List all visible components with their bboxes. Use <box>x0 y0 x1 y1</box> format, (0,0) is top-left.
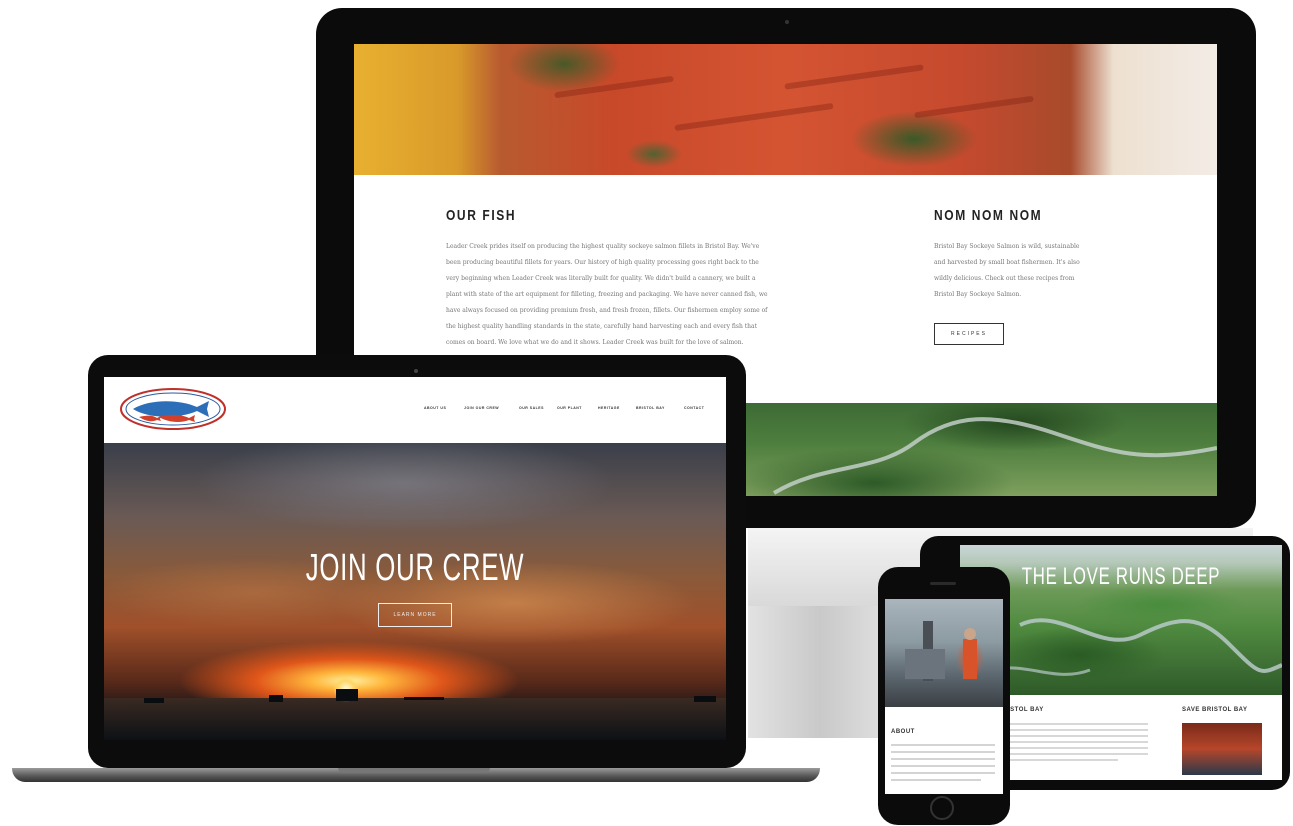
text-line <box>891 772 995 774</box>
laptop-screen: ABOUT US JOIN OUR CREW OUR SALES OUR PLA… <box>104 377 726 740</box>
text-line <box>891 779 981 781</box>
leader-creek-logo[interactable] <box>119 387 227 431</box>
paragraph-line: wildly delicious. Check out these recipe… <box>934 275 1075 282</box>
boat-silhouette <box>694 696 716 702</box>
recipes-button[interactable]: RECIPES <box>934 323 1004 345</box>
tablet-section-heading: ISTOL BAY <box>1008 707 1044 713</box>
sunset-hero-image: JOIN OUR CREW LEARN MORE <box>104 443 726 740</box>
text-line <box>1008 759 1118 761</box>
paragraph-line: Leader Creek prides itself on producing … <box>446 243 760 250</box>
paragraph-line: been producing beautiful fillets for yea… <box>446 259 759 266</box>
text-line <box>1008 723 1148 725</box>
text-line <box>1008 753 1148 755</box>
text-line <box>1008 741 1148 743</box>
crew-photo <box>885 599 1003 707</box>
text-line <box>891 765 995 767</box>
nom-nom-heading: NOM NOM NOM <box>934 207 1043 224</box>
text-line <box>891 758 995 760</box>
paragraph-line: have always focused on providing premium… <box>446 307 768 314</box>
nav-item-heritage[interactable]: HERITAGE <box>598 406 620 410</box>
paragraph-line: plant with state of the art equipment fo… <box>446 291 768 298</box>
nav-item-join-our-crew[interactable]: JOIN OUR CREW <box>464 406 499 410</box>
boat-silhouette <box>336 689 358 701</box>
salmon-hero-image <box>354 44 1217 175</box>
nav-item-bristol-bay[interactable]: BRISTOL BAY <box>636 406 665 410</box>
phone-speaker <box>930 582 956 585</box>
learn-more-button[interactable]: LEARN MORE <box>378 603 452 627</box>
paragraph-line: comes on board. We love what we do and i… <box>446 339 744 346</box>
nav-item-contact[interactable]: CONTACT <box>684 406 704 410</box>
paragraph-line: the highest quality handling standards i… <box>446 323 758 330</box>
phone-home-button[interactable] <box>930 796 954 820</box>
text-line <box>1008 729 1148 731</box>
text-line <box>1008 735 1148 737</box>
our-fish-heading: OUR FISH <box>446 207 517 224</box>
our-fish-paragraph: Leader Creek prides itself on producing … <box>446 239 866 351</box>
laptop-notch <box>338 768 490 773</box>
nav-item-about-us[interactable]: ABOUT US <box>424 406 446 410</box>
text-line <box>891 744 995 746</box>
site-header: ABOUT US JOIN OUR CREW OUR SALES OUR PLA… <box>104 377 726 443</box>
boat-silhouette <box>144 698 164 703</box>
monitor-camera-icon <box>785 20 789 24</box>
laptop-camera-icon <box>414 369 418 373</box>
tablet-hero-title: THE LOVE RUNS DEEP <box>1021 563 1221 590</box>
tablet-side-heading: SAVE BRISTOL BAY <box>1182 707 1248 713</box>
bristol-bay-photo[interactable] <box>1182 723 1262 775</box>
paragraph-line: very beginning when Leader Creek was lit… <box>446 275 756 282</box>
boat-silhouette <box>404 697 444 700</box>
paragraph-line: Bristol Bay Sockeye Salmon. <box>934 291 1022 298</box>
text-line <box>1008 747 1148 749</box>
nom-nom-paragraph: Bristol Bay Sockeye Salmon is wild, sust… <box>934 239 1124 303</box>
paragraph-line: Bristol Bay Sockeye Salmon is wild, sust… <box>934 243 1080 250</box>
hero-title: JOIN OUR CREW <box>305 547 525 589</box>
phone-section-heading: ABOUT <box>891 729 915 735</box>
paragraph-line: and harvested by small boat fishermen. I… <box>934 259 1080 266</box>
text-line <box>891 751 995 753</box>
sea-horizon <box>104 698 726 740</box>
nav-item-our-plant[interactable]: OUR PLANT <box>557 406 582 410</box>
boat-silhouette <box>269 695 283 702</box>
phone-screen: ABOUT <box>885 599 1003 794</box>
nav-item-our-sales[interactable]: OUR SALES <box>519 406 544 410</box>
